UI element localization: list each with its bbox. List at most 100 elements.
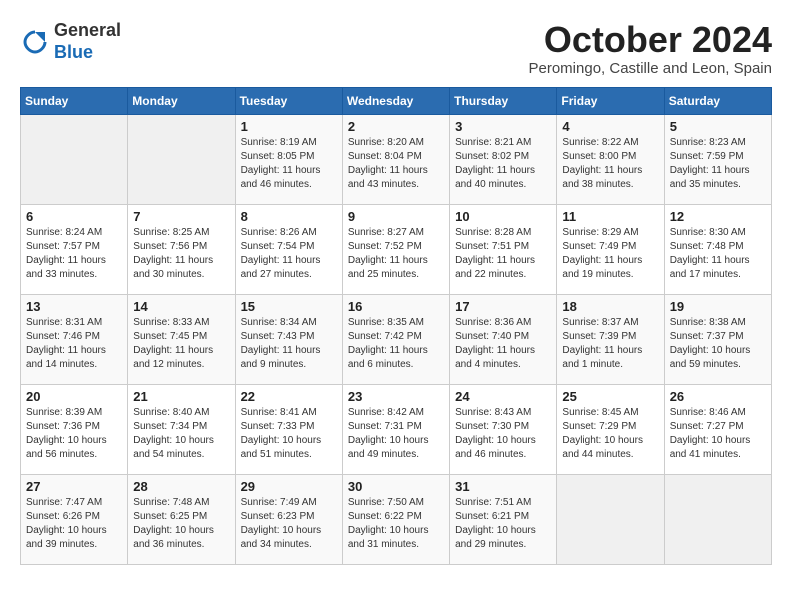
sunrise-text: Sunrise: 7:48 AM [133, 497, 209, 508]
daylight-text: Daylight: 11 hours and 38 minutes. [562, 165, 642, 190]
daylight-text: Daylight: 10 hours and 49 minutes. [348, 435, 429, 460]
sunrise-text: Sunrise: 8:27 AM [348, 227, 424, 238]
sunrise-text: Sunrise: 8:34 AM [241, 317, 317, 328]
cell-content: Sunrise: 8:21 AM Sunset: 8:02 PM Daylight:… [455, 136, 551, 192]
title-block: October 2024 Peromingo, Castille and Leo… [529, 20, 773, 77]
sunrise-text: Sunrise: 8:33 AM [133, 317, 209, 328]
daylight-text: Daylight: 10 hours and 46 minutes. [455, 435, 536, 460]
day-number: 3 [455, 119, 551, 134]
cell-content: Sunrise: 8:37 AM Sunset: 7:39 PM Daylight:… [562, 316, 658, 372]
day-number: 13 [26, 299, 122, 314]
cell-content: Sunrise: 8:23 AMSunset: 7:59 PMDaylight:… [670, 136, 766, 192]
calendar-body: 1 Sunrise: 8:19 AMSunset: 8:05 PMDaylight… [21, 114, 772, 564]
calendar-cell: 18 Sunrise: 8:37 AM Sunset: 7:39 PM Dayligh… [557, 294, 664, 384]
calendar-cell: 13 Sunrise: 8:31 AMSunset: 7:46 PMDayligh… [21, 294, 128, 384]
calendar-cell: 24Sunrise: 8:43 AMSunset: 7:30 PMDayligh… [450, 384, 557, 474]
cell-content: Sunrise: 8:36 AMSunset: 7:40 PMDaylight:… [455, 316, 551, 372]
daylight-text: Daylight: 11 hours and 4 minutes. [455, 345, 535, 370]
cell-content: Sunrise: 7:48 AMSunset: 6:25 PMDaylight:… [133, 496, 229, 552]
sunrise-text: Sunrise: 8:38 AM [670, 317, 746, 328]
sunset-text: Sunset: 7:46 PM [26, 331, 100, 342]
daylight-text: Daylight: 11 hours and 30 minutes. [133, 255, 213, 280]
daylight-text: Daylight: 10 hours and 39 minutes. [26, 525, 107, 550]
sunset-text: Sunset: 7:49 PM [562, 241, 636, 252]
calendar-cell [557, 474, 664, 564]
logo-text: General Blue [54, 20, 121, 63]
calendar-cell: 20Sunrise: 8:39 AMSunset: 7:36 PMDayligh… [21, 384, 128, 474]
day-number: 10 [455, 209, 551, 224]
calendar-cell: 22Sunrise: 8:41 AMSunset: 7:33 PMDayligh… [235, 384, 342, 474]
calendar-cell [21, 114, 128, 204]
daylight-text: Daylight: 11 hours and 40 minutes. [455, 165, 535, 190]
cell-content: Sunrise: 8:38 AMSunset: 7:37 PMDaylight:… [670, 316, 766, 372]
cell-content: Sunrise: 8:35 AMSunset: 7:42 PMDaylight:… [348, 316, 444, 372]
cell-content: Sunrise: 8:43 AMSunset: 7:30 PMDaylight:… [455, 406, 551, 462]
sunset-text: Sunset: 7:52 PM [348, 241, 422, 252]
sunset-text: Sunset: 6:22 PM [348, 511, 422, 522]
sunset-text: Sunset: 8:05 PM [241, 151, 315, 162]
daylight-text: Daylight: 10 hours and 36 minutes. [133, 525, 214, 550]
logo: General Blue [20, 20, 121, 63]
day-number: 14 [133, 299, 229, 314]
calendar-cell: 25Sunrise: 8:45 AMSunset: 7:29 PMDayligh… [557, 384, 664, 474]
calendar-week-3: 13 Sunrise: 8:31 AMSunset: 7:46 PMDayligh… [21, 294, 772, 384]
calendar-cell: 14Sunrise: 8:33 AMSunset: 7:45 PMDayligh… [128, 294, 235, 384]
calendar-cell: 3 Sunrise: 8:21 AM Sunset: 8:02 PM Daylight… [450, 114, 557, 204]
day-number: 1 [241, 119, 337, 134]
daylight-text: Daylight: 10 hours and 54 minutes. [133, 435, 214, 460]
sunset-text: Sunset: 7:43 PM [241, 331, 315, 342]
sunset-text: Sunset: 7:27 PM [670, 421, 744, 432]
daylight-text: Daylight: 11 hours and 1 minute. [562, 345, 642, 370]
daylight-text: Daylight: 10 hours and 29 minutes. [455, 525, 536, 550]
cell-content: Sunrise: 8:34 AMSunset: 7:43 PMDaylight:… [241, 316, 337, 372]
day-number: 8 [241, 209, 337, 224]
location-title: Peromingo, Castille and Leon, Spain [529, 60, 773, 77]
sunrise-text: Sunrise: 8:26 AM [241, 227, 317, 238]
sunrise-text: Sunrise: 7:51 AM [455, 497, 531, 508]
daylight-text: Daylight: 11 hours and 25 minutes. [348, 255, 428, 280]
daylight-text: Daylight: 11 hours and 12 minutes. [133, 345, 213, 370]
cell-content: Sunrise: 8:19 AMSunset: 8:05 PMDaylight:… [241, 136, 337, 192]
calendar-cell: 30Sunrise: 7:50 AMSunset: 6:22 PMDayligh… [342, 474, 449, 564]
logo-general: General [54, 20, 121, 40]
sunrise-text: Sunrise: 8:23 AM [670, 137, 746, 148]
sunrise-text: Sunrise: 8:37 AM [562, 317, 638, 328]
cell-content: Sunrise: 8:31 AMSunset: 7:46 PMDaylight:… [26, 316, 122, 372]
day-number: 25 [562, 389, 658, 404]
sunset-text: Sunset: 7:40 PM [455, 331, 529, 342]
sunset-text: Sunset: 7:30 PM [455, 421, 529, 432]
sunset-text: Sunset: 8:04 PM [348, 151, 422, 162]
sunrise-text: Sunrise: 8:21 AM [455, 137, 531, 148]
sunrise-text: Sunrise: 8:46 AM [670, 407, 746, 418]
calendar-cell: 26Sunrise: 8:46 AMSunset: 7:27 PMDayligh… [664, 384, 771, 474]
weekday-header-row: SundayMondayTuesdayWednesdayThursdayFrid… [21, 87, 772, 114]
cell-content: Sunrise: 8:24 AMSunset: 7:57 PMDaylight:… [26, 226, 122, 282]
day-number: 7 [133, 209, 229, 224]
daylight-text: Daylight: 11 hours and 46 minutes. [241, 165, 321, 190]
calendar-week-4: 20Sunrise: 8:39 AMSunset: 7:36 PMDayligh… [21, 384, 772, 474]
day-number: 9 [348, 209, 444, 224]
sunset-text: Sunset: 7:33 PM [241, 421, 315, 432]
cell-content: Sunrise: 8:40 AMSunset: 7:34 PMDaylight:… [133, 406, 229, 462]
weekday-header-thursday: Thursday [450, 87, 557, 114]
day-number: 18 [562, 299, 658, 314]
daylight-text: Daylight: 10 hours and 41 minutes. [670, 435, 751, 460]
calendar-cell: 9 Sunrise: 8:27 AM Sunset: 7:52 PM Daylight… [342, 204, 449, 294]
sunrise-text: Sunrise: 8:24 AM [26, 227, 102, 238]
sunrise-text: Sunrise: 7:47 AM [26, 497, 102, 508]
sunset-text: Sunset: 6:23 PM [241, 511, 315, 522]
calendar-cell: 23Sunrise: 8:42 AMSunset: 7:31 PMDayligh… [342, 384, 449, 474]
day-number: 28 [133, 479, 229, 494]
sunrise-text: Sunrise: 8:35 AM [348, 317, 424, 328]
sunrise-text: Sunrise: 8:28 AM [455, 227, 531, 238]
sunset-text: Sunset: 7:37 PM [670, 331, 744, 342]
weekday-header-sunday: Sunday [21, 87, 128, 114]
daylight-text: Daylight: 11 hours and 35 minutes. [670, 165, 750, 190]
sunrise-text: Sunrise: 7:49 AM [241, 497, 317, 508]
sunset-text: Sunset: 8:02 PM [455, 151, 529, 162]
weekday-header-wednesday: Wednesday [342, 87, 449, 114]
cell-content: Sunrise: 7:49 AMSunset: 6:23 PMDaylight:… [241, 496, 337, 552]
cell-content: Sunrise: 8:28 AMSunset: 7:51 PMDaylight:… [455, 226, 551, 282]
sunset-text: Sunset: 7:39 PM [562, 331, 636, 342]
month-title: October 2024 [529, 20, 773, 60]
